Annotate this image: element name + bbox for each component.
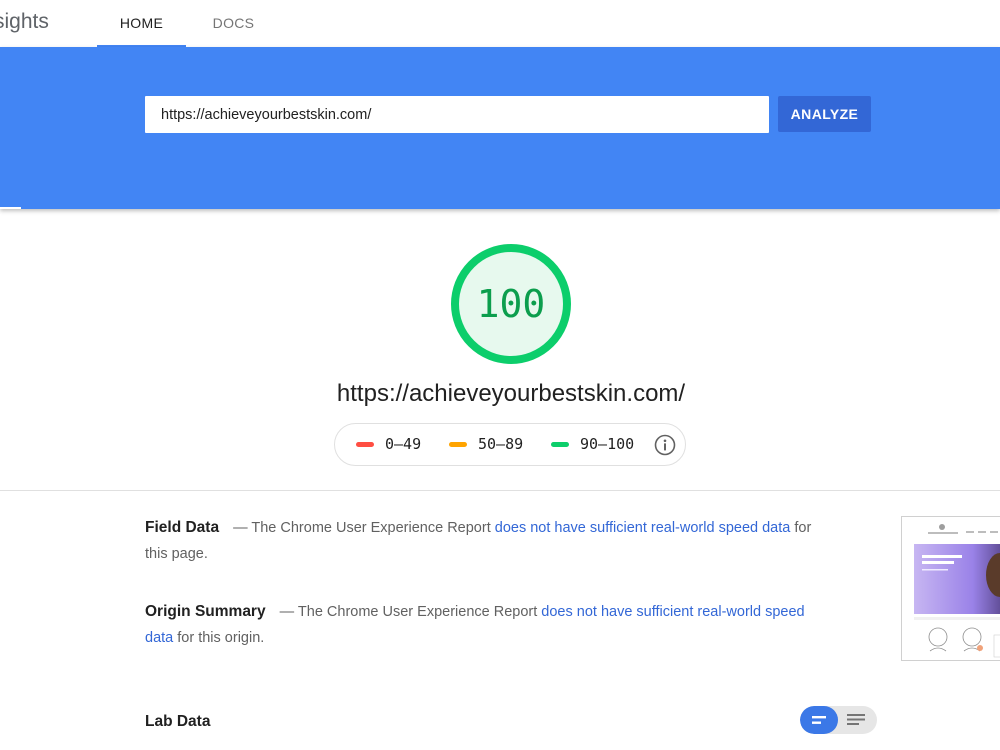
tested-url: https://achieveyourbestskin.com/: [336, 380, 686, 407]
summary-view-icon: [812, 716, 826, 724]
url-input[interactable]: [145, 96, 769, 133]
origin-summary-prefix: — The Chrome User Experience Report: [279, 604, 538, 620]
performance-score: 100: [476, 282, 546, 326]
legend-swatch-fail: [356, 442, 374, 447]
section-divider: [0, 490, 1000, 491]
field-data-prefix: — The Chrome User Experience Report: [233, 520, 491, 536]
origin-summary-suffix: for this origin.: [177, 630, 265, 646]
tab-home[interactable]: HOME: [97, 0, 186, 47]
legend-label-fail: 0–49: [385, 435, 422, 453]
analyze-button[interactable]: ANALYZE: [778, 96, 871, 132]
page-screenshot-thumbnail: [901, 516, 1000, 661]
lab-data-title: Lab Data: [145, 713, 211, 730]
legend-swatch-average: [449, 442, 467, 447]
search-banner: ANALYZE: [0, 47, 1000, 209]
legend-swatch-pass: [551, 442, 569, 447]
list-view-icon: [847, 714, 865, 725]
score-legend: 0–49 50–89 90–100: [334, 423, 686, 466]
tab-docs[interactable]: DOCS: [190, 0, 277, 47]
field-data-title: Field Data: [145, 519, 220, 536]
view-toggle: [800, 706, 877, 734]
origin-summary-section: Origin Summary — The Chrome User Experie…: [145, 599, 825, 651]
origin-summary-title: Origin Summary: [145, 603, 266, 620]
app-title: sights: [0, 10, 49, 33]
legend-label-pass: 90–100: [580, 435, 635, 453]
field-data-link[interactable]: does not have sufficient real-world spee…: [495, 520, 791, 536]
summary-view-button[interactable]: [800, 706, 838, 734]
info-icon[interactable]: [654, 434, 676, 456]
list-view-button[interactable]: [838, 706, 876, 734]
top-navigation: sights HOME DOCS: [0, 0, 1000, 47]
legend-label-average: 50–89: [478, 435, 524, 453]
banner-indicator: [0, 207, 21, 209]
field-data-section: Field Data — The Chrome User Experience …: [145, 515, 825, 567]
